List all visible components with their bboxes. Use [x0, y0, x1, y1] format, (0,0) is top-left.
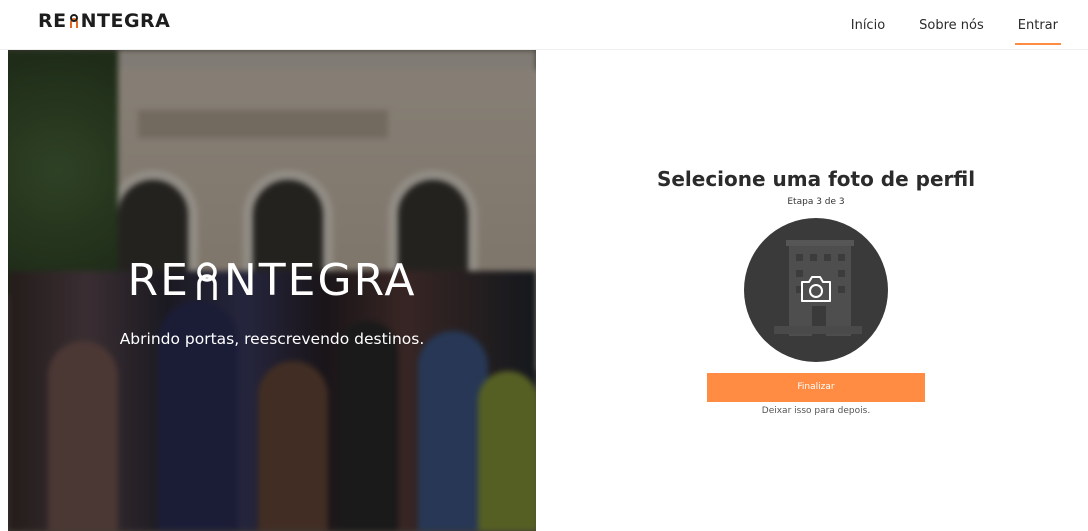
- keyhole-icon: [192, 260, 222, 302]
- hero-brand-logo: RE NTEGRA: [8, 255, 536, 306]
- page-title: Selecione uma foto de perfil: [656, 167, 976, 191]
- logo-text-suffix: NTEGRA: [80, 10, 171, 32]
- skip-link[interactable]: Deixar isso para depois.: [536, 406, 1088, 416]
- nav-sobre-nos[interactable]: Sobre nós: [919, 14, 984, 37]
- profile-photo-panel: Selecione uma foto de perfil Etapa 3 de …: [536, 50, 1088, 531]
- nav-inicio[interactable]: Início: [851, 14, 885, 37]
- keyhole-icon: [68, 13, 80, 29]
- logo[interactable]: RE NTEGRA: [38, 10, 170, 32]
- top-navbar: RE NTEGRA Início Sobre nós Entrar: [0, 0, 1088, 50]
- main-nav: Início Sobre nós Entrar: [851, 0, 1088, 50]
- profile-photo-picker[interactable]: [744, 218, 888, 362]
- step-indicator: Etapa 3 de 3: [787, 197, 845, 207]
- hero-tagline: Abrindo portas, reescrevendo destinos.: [119, 330, 425, 348]
- camera-icon: [798, 274, 834, 304]
- hero-brand-suffix: NTEGRA: [223, 255, 417, 306]
- finish-button[interactable]: Finalizar: [707, 373, 925, 402]
- hero-brand-prefix: RE: [127, 255, 190, 306]
- logo-text-prefix: RE: [38, 10, 67, 32]
- hero-image: RE NTEGRA Abrindo portas, reescrevendo d…: [8, 50, 536, 531]
- nav-entrar[interactable]: Entrar: [1014, 14, 1062, 45]
